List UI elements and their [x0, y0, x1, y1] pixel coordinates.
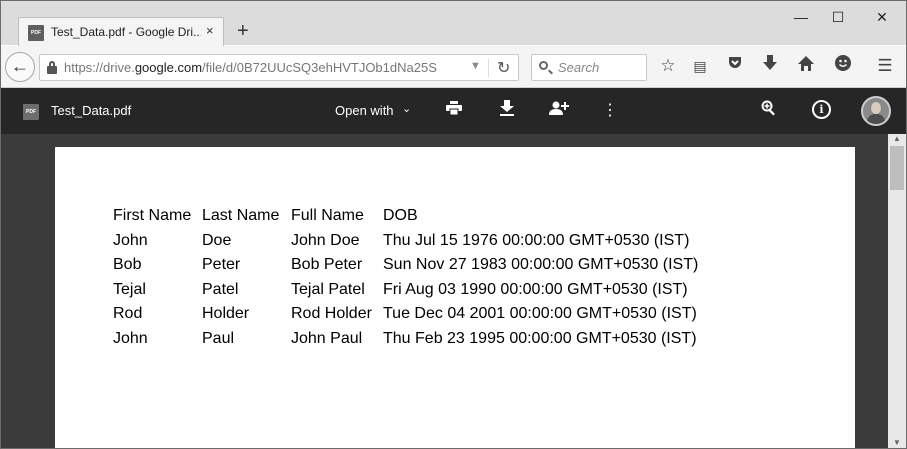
smiley-icon[interactable] — [832, 55, 854, 77]
back-icon[interactable]: ← — [5, 52, 35, 82]
browser-window: PDF Test_Data.pdf - Google Dri... × + — … — [0, 0, 907, 449]
cell-last-name: Paul — [202, 329, 235, 347]
download-icon[interactable] — [496, 100, 518, 122]
chevron-down-icon[interactable]: ⌄ — [402, 102, 411, 115]
header-first-name: First Name — [113, 207, 192, 225]
pdf-file-icon: PDF — [23, 104, 39, 120]
menu-icon[interactable]: ☰ — [874, 55, 896, 77]
search-icon — [539, 61, 548, 70]
table-row: John Doe John Doe Thu Jul 15 1976 00:00:… — [113, 229, 702, 254]
title-bar: PDF Test_Data.pdf - Google Dri... × + — … — [1, 1, 906, 47]
zoom-icon[interactable] — [758, 100, 780, 122]
table-row: Bob Peter Bob Peter Sun Nov 27 1983 00:0… — [113, 253, 702, 278]
url-bar[interactable]: https://drive.google.com/file/d/0B72UUcS… — [39, 54, 519, 81]
cell-last-name: Peter — [202, 256, 241, 274]
cell-first-name: John — [113, 231, 148, 249]
scroll-up-icon[interactable]: ▲ — [888, 134, 906, 146]
open-with-button[interactable]: Open with — [335, 103, 394, 118]
pdf-viewer: First Name Last Name Full Name DOB John … — [1, 134, 906, 448]
cell-dob: Sun Nov 27 1983 00:00:00 GMT+0530 (IST) — [383, 256, 699, 274]
pocket-icon[interactable] — [724, 55, 746, 77]
home-icon[interactable] — [795, 55, 817, 77]
cell-full-name: John Paul — [291, 329, 363, 347]
header-dob: DOB — [383, 207, 418, 225]
table-row: John Paul John Paul Thu Feb 23 1995 00:0… — [113, 327, 702, 352]
cell-first-name: Rod — [113, 305, 143, 323]
reload-icon[interactable]: ↻ — [497, 58, 510, 78]
data-table: First Name Last Name Full Name DOB John … — [113, 204, 702, 351]
table-row: Tejal Patel Tejal Patel Fri Aug 03 1990 … — [113, 278, 702, 303]
url-separator — [488, 59, 489, 77]
scroll-thumb[interactable] — [890, 146, 904, 190]
cell-dob: Fri Aug 03 1990 00:00:00 GMT+0530 (IST) — [383, 280, 688, 298]
header-last-name: Last Name — [202, 207, 280, 225]
add-person-icon[interactable] — [548, 100, 570, 122]
cell-last-name: Patel — [202, 280, 239, 298]
download-icon[interactable] — [759, 55, 781, 77]
cell-dob: Thu Feb 23 1995 00:00:00 GMT+0530 (IST) — [383, 329, 697, 347]
url-text[interactable]: https://drive.google.com/file/d/0B72UUcS… — [64, 60, 464, 75]
cell-full-name: Tejal Patel — [291, 280, 365, 298]
close-window-button[interactable]: ✕ — [867, 7, 897, 27]
header-full-name: Full Name — [291, 207, 364, 225]
cell-full-name: Rod Holder — [291, 305, 372, 323]
cell-full-name: John Doe — [291, 231, 360, 249]
cell-dob: Thu Jul 15 1976 00:00:00 GMT+0530 (IST) — [383, 231, 690, 249]
bookmark-star-icon[interactable]: ☆ — [657, 55, 679, 77]
info-icon[interactable]: i — [812, 100, 831, 119]
file-name: Test_Data.pdf — [51, 103, 132, 118]
cell-first-name: Tejal — [113, 280, 146, 298]
reading-list-icon[interactable]: ▤ — [689, 55, 711, 77]
cell-first-name: Bob — [113, 256, 142, 274]
cell-full-name: Bob Peter — [291, 256, 363, 274]
scroll-down-icon[interactable]: ▼ — [888, 438, 906, 448]
pdf-page: First Name Last Name Full Name DOB John … — [55, 147, 855, 448]
tab-title: Test_Data.pdf - Google Dri... — [51, 25, 201, 39]
cell-dob: Tue Dec 04 2001 00:00:00 GMT+0530 (IST) — [383, 305, 697, 323]
scrollbar[interactable]: ▲ ▼ — [888, 134, 906, 448]
search-placeholder: Search — [558, 60, 600, 75]
cell-last-name: Doe — [202, 231, 232, 249]
print-icon[interactable] — [443, 100, 465, 122]
browser-tab[interactable]: PDF Test_Data.pdf - Google Dri... × — [18, 17, 224, 47]
table-row: Rod Holder Rod Holder Tue Dec 04 2001 00… — [113, 302, 702, 327]
table-header-row: First Name Last Name Full Name DOB — [113, 204, 702, 229]
cell-last-name: Holder — [202, 305, 250, 323]
minimize-button[interactable]: — — [786, 7, 816, 27]
search-input[interactable]: Search — [531, 54, 647, 81]
tab-close-icon[interactable]: × — [206, 23, 214, 38]
more-vert-icon[interactable]: ⋮ — [599, 100, 621, 122]
drive-toolbar: PDF Test_Data.pdf Open with ⌄ ⋮ i — [1, 88, 906, 134]
maximize-button[interactable]: ☐ — [823, 7, 853, 27]
lock-icon[interactable] — [47, 61, 57, 74]
new-tab-button[interactable]: + — [237, 21, 249, 41]
pdf-favicon-icon: PDF — [28, 25, 44, 41]
avatar[interactable] — [861, 96, 891, 126]
cell-first-name: John — [113, 329, 148, 347]
navigation-bar: ← https://drive.google.com/file/d/0B72UU… — [1, 46, 906, 88]
url-dropdown-icon[interactable]: ▼ — [470, 60, 481, 72]
